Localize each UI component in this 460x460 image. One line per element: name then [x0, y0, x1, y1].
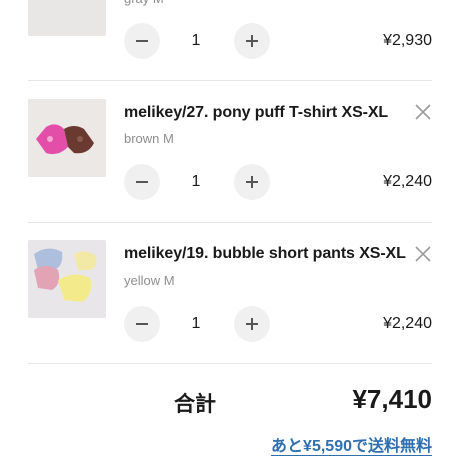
product-thumbnail[interactable] — [28, 99, 106, 177]
item-price: ¥2,240 — [383, 173, 432, 190]
free-shipping-link[interactable]: あと¥5,590で送料無料 — [271, 432, 432, 456]
product-variant: yellow M — [124, 273, 175, 288]
product-thumbnail[interactable] — [28, 0, 106, 36]
remove-item-button[interactable] — [414, 103, 432, 121]
plus-icon — [246, 35, 258, 47]
close-icon — [415, 104, 431, 120]
remove-item-button[interactable] — [414, 245, 432, 263]
close-icon — [415, 246, 431, 262]
minus-icon — [136, 323, 148, 325]
plus-icon — [246, 176, 258, 188]
increase-quantity-button[interactable] — [234, 164, 270, 200]
quantity-value: 1 — [191, 173, 201, 190]
product-thumbnail[interactable] — [28, 240, 106, 318]
total-value: ¥7,410 — [352, 384, 432, 414]
product-variant: brown M — [124, 131, 174, 146]
divider — [28, 363, 432, 364]
product-title[interactable]: melikey/27. pony puff T-shirt XS-XL — [124, 104, 388, 122]
decrease-quantity-button[interactable] — [124, 23, 160, 59]
minus-icon — [136, 181, 148, 183]
decrease-quantity-button[interactable] — [124, 306, 160, 342]
divider — [28, 222, 432, 223]
quantity-value: 1 — [191, 32, 201, 49]
total-label: 合計 — [174, 393, 216, 416]
decrease-quantity-button[interactable] — [124, 164, 160, 200]
item-price: ¥2,240 — [383, 315, 432, 332]
increase-quantity-button[interactable] — [234, 23, 270, 59]
increase-quantity-button[interactable] — [234, 306, 270, 342]
minus-icon — [136, 40, 148, 42]
plus-icon — [246, 318, 258, 330]
product-title[interactable]: melikey/19. bubble short pants XS-XL — [124, 245, 406, 263]
divider — [28, 80, 432, 81]
product-variant: gray M — [124, 0, 164, 6]
item-price: ¥2,930 — [383, 32, 432, 49]
quantity-value: 1 — [191, 315, 201, 332]
